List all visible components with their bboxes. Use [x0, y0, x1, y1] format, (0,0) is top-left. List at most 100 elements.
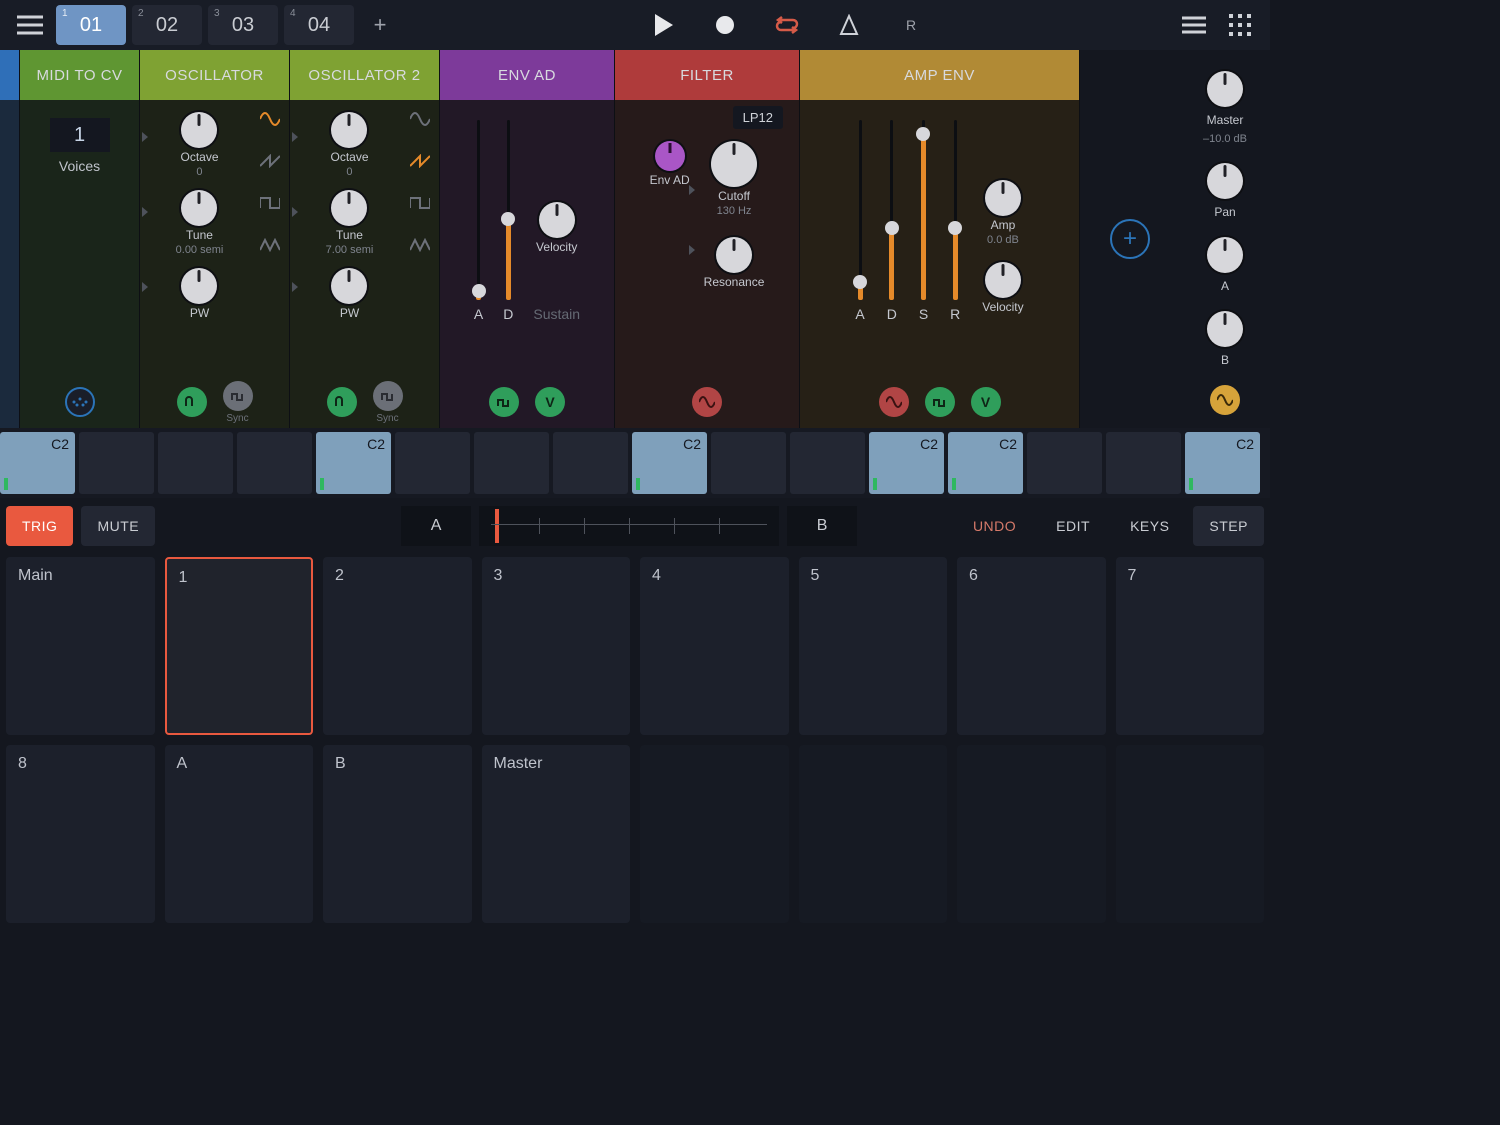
trig-button[interactable]: TRIG: [6, 506, 73, 546]
tune-knob[interactable]: [181, 190, 217, 226]
step-button[interactable]: STEP: [1193, 506, 1264, 546]
decay-slider[interactable]: [507, 120, 510, 300]
clip-slot[interactable]: C2: [316, 432, 391, 494]
menu-icon[interactable]: [10, 5, 50, 45]
clip-slot[interactable]: [158, 432, 233, 494]
pad-1[interactable]: 1: [165, 557, 314, 735]
pad-empty[interactable]: [957, 745, 1106, 923]
play-icon[interactable]: [647, 9, 679, 41]
pad-6[interactable]: 6: [957, 557, 1106, 735]
velocity-out-icon[interactable]: V: [535, 387, 565, 417]
grid-view-icon[interactable]: [1220, 5, 1260, 45]
osc-out-icon[interactable]: [177, 387, 207, 417]
pad-empty[interactable]: [640, 745, 789, 923]
clip-slot[interactable]: C2: [1185, 432, 1260, 494]
env-amount-knob[interactable]: [655, 141, 685, 171]
pw-knob[interactable]: [331, 268, 367, 304]
amp-out-sine-icon[interactable]: [879, 387, 909, 417]
sync-icon[interactable]: [373, 381, 403, 411]
filter-type[interactable]: LP12: [733, 106, 783, 129]
clip-slot[interactable]: [1027, 432, 1102, 494]
velocity-knob[interactable]: [539, 202, 575, 238]
undo-button[interactable]: UNDO: [957, 506, 1032, 546]
clip-slot[interactable]: [237, 432, 312, 494]
wave-square-icon[interactable]: [409, 194, 431, 212]
clip-slot[interactable]: [711, 432, 786, 494]
tune-knob[interactable]: [331, 190, 367, 226]
octave-knob[interactable]: [331, 112, 367, 148]
attack-slider[interactable]: [477, 120, 480, 300]
keys-button[interactable]: KEYS: [1114, 506, 1185, 546]
pw-knob[interactable]: [181, 268, 217, 304]
pad-main[interactable]: Main: [6, 557, 155, 735]
sustain-slider[interactable]: [922, 120, 925, 300]
add-module-button[interactable]: +: [1110, 219, 1150, 259]
pad-b[interactable]: B: [323, 745, 472, 923]
midi-out-icon[interactable]: [65, 387, 95, 417]
zone-a[interactable]: A: [401, 506, 471, 546]
wave-triangle-icon[interactable]: [409, 236, 431, 254]
clip-slot[interactable]: C2: [0, 432, 75, 494]
clip-slot[interactable]: [474, 432, 549, 494]
edit-button[interactable]: EDIT: [1040, 506, 1106, 546]
wave-square-icon[interactable]: [259, 194, 281, 212]
wave-sine-icon[interactable]: [259, 110, 281, 128]
attack-slider[interactable]: [859, 120, 862, 300]
decay-slider[interactable]: [890, 120, 893, 300]
scene-2[interactable]: 202: [132, 5, 202, 45]
mute-button[interactable]: MUTE: [81, 506, 155, 546]
octave-knob[interactable]: [181, 112, 217, 148]
clip-slot[interactable]: C2: [948, 432, 1023, 494]
record-icon[interactable]: [709, 9, 741, 41]
crossfader[interactable]: [479, 506, 779, 546]
master-out-icon[interactable]: [1210, 385, 1240, 415]
scene-add-button[interactable]: +: [360, 5, 400, 45]
osc-out-icon[interactable]: [327, 387, 357, 417]
pad-2[interactable]: 2: [323, 557, 472, 735]
zone-b[interactable]: B: [787, 506, 857, 546]
clip-slot[interactable]: [790, 432, 865, 494]
scene-1[interactable]: 101: [56, 5, 126, 45]
pad-3[interactable]: 3: [482, 557, 631, 735]
env-out-icon[interactable]: [489, 387, 519, 417]
pad-empty[interactable]: [1116, 745, 1265, 923]
master-knob[interactable]: [1207, 71, 1243, 107]
release-slider[interactable]: [954, 120, 957, 300]
metronome-icon[interactable]: [833, 9, 865, 41]
wave-triangle-icon[interactable]: [259, 236, 281, 254]
scene-3[interactable]: 303: [208, 5, 278, 45]
pad-7[interactable]: 7: [1116, 557, 1265, 735]
pad-8[interactable]: 8: [6, 745, 155, 923]
wave-saw-icon[interactable]: [259, 152, 281, 170]
sync-icon[interactable]: [223, 381, 253, 411]
clip-slot[interactable]: [1106, 432, 1181, 494]
wave-sine-icon[interactable]: [409, 110, 431, 128]
loop-icon[interactable]: [771, 9, 803, 41]
clip-slot[interactable]: C2: [869, 432, 944, 494]
send-b-knob[interactable]: [1207, 311, 1243, 347]
pad-a[interactable]: A: [165, 745, 314, 923]
velocity-out-icon[interactable]: V: [971, 387, 1001, 417]
rec-arm-label[interactable]: R: [895, 9, 927, 41]
list-view-icon[interactable]: [1174, 5, 1214, 45]
voices-value[interactable]: 1: [50, 118, 110, 152]
filter-out-icon[interactable]: [692, 387, 722, 417]
pad-empty[interactable]: [799, 745, 948, 923]
pan-knob[interactable]: [1207, 163, 1243, 199]
cutoff-knob[interactable]: [711, 141, 757, 187]
send-a-knob[interactable]: [1207, 237, 1243, 273]
clip-slot[interactable]: C2: [632, 432, 707, 494]
amp-knob[interactable]: [985, 180, 1021, 216]
pad-master[interactable]: Master: [482, 745, 631, 923]
clip-slot[interactable]: [395, 432, 470, 494]
clip-slot[interactable]: [553, 432, 628, 494]
velocity-knob[interactable]: [985, 262, 1021, 298]
scene-4[interactable]: 404: [284, 5, 354, 45]
resonance-knob[interactable]: [716, 237, 752, 273]
clip-slot[interactable]: [79, 432, 154, 494]
pad-5[interactable]: 5: [799, 557, 948, 735]
amp-out-pulse-icon[interactable]: [925, 387, 955, 417]
pad-4[interactable]: 4: [640, 557, 789, 735]
module-note-in[interactable]: [0, 50, 20, 428]
wave-saw-icon[interactable]: [409, 152, 431, 170]
